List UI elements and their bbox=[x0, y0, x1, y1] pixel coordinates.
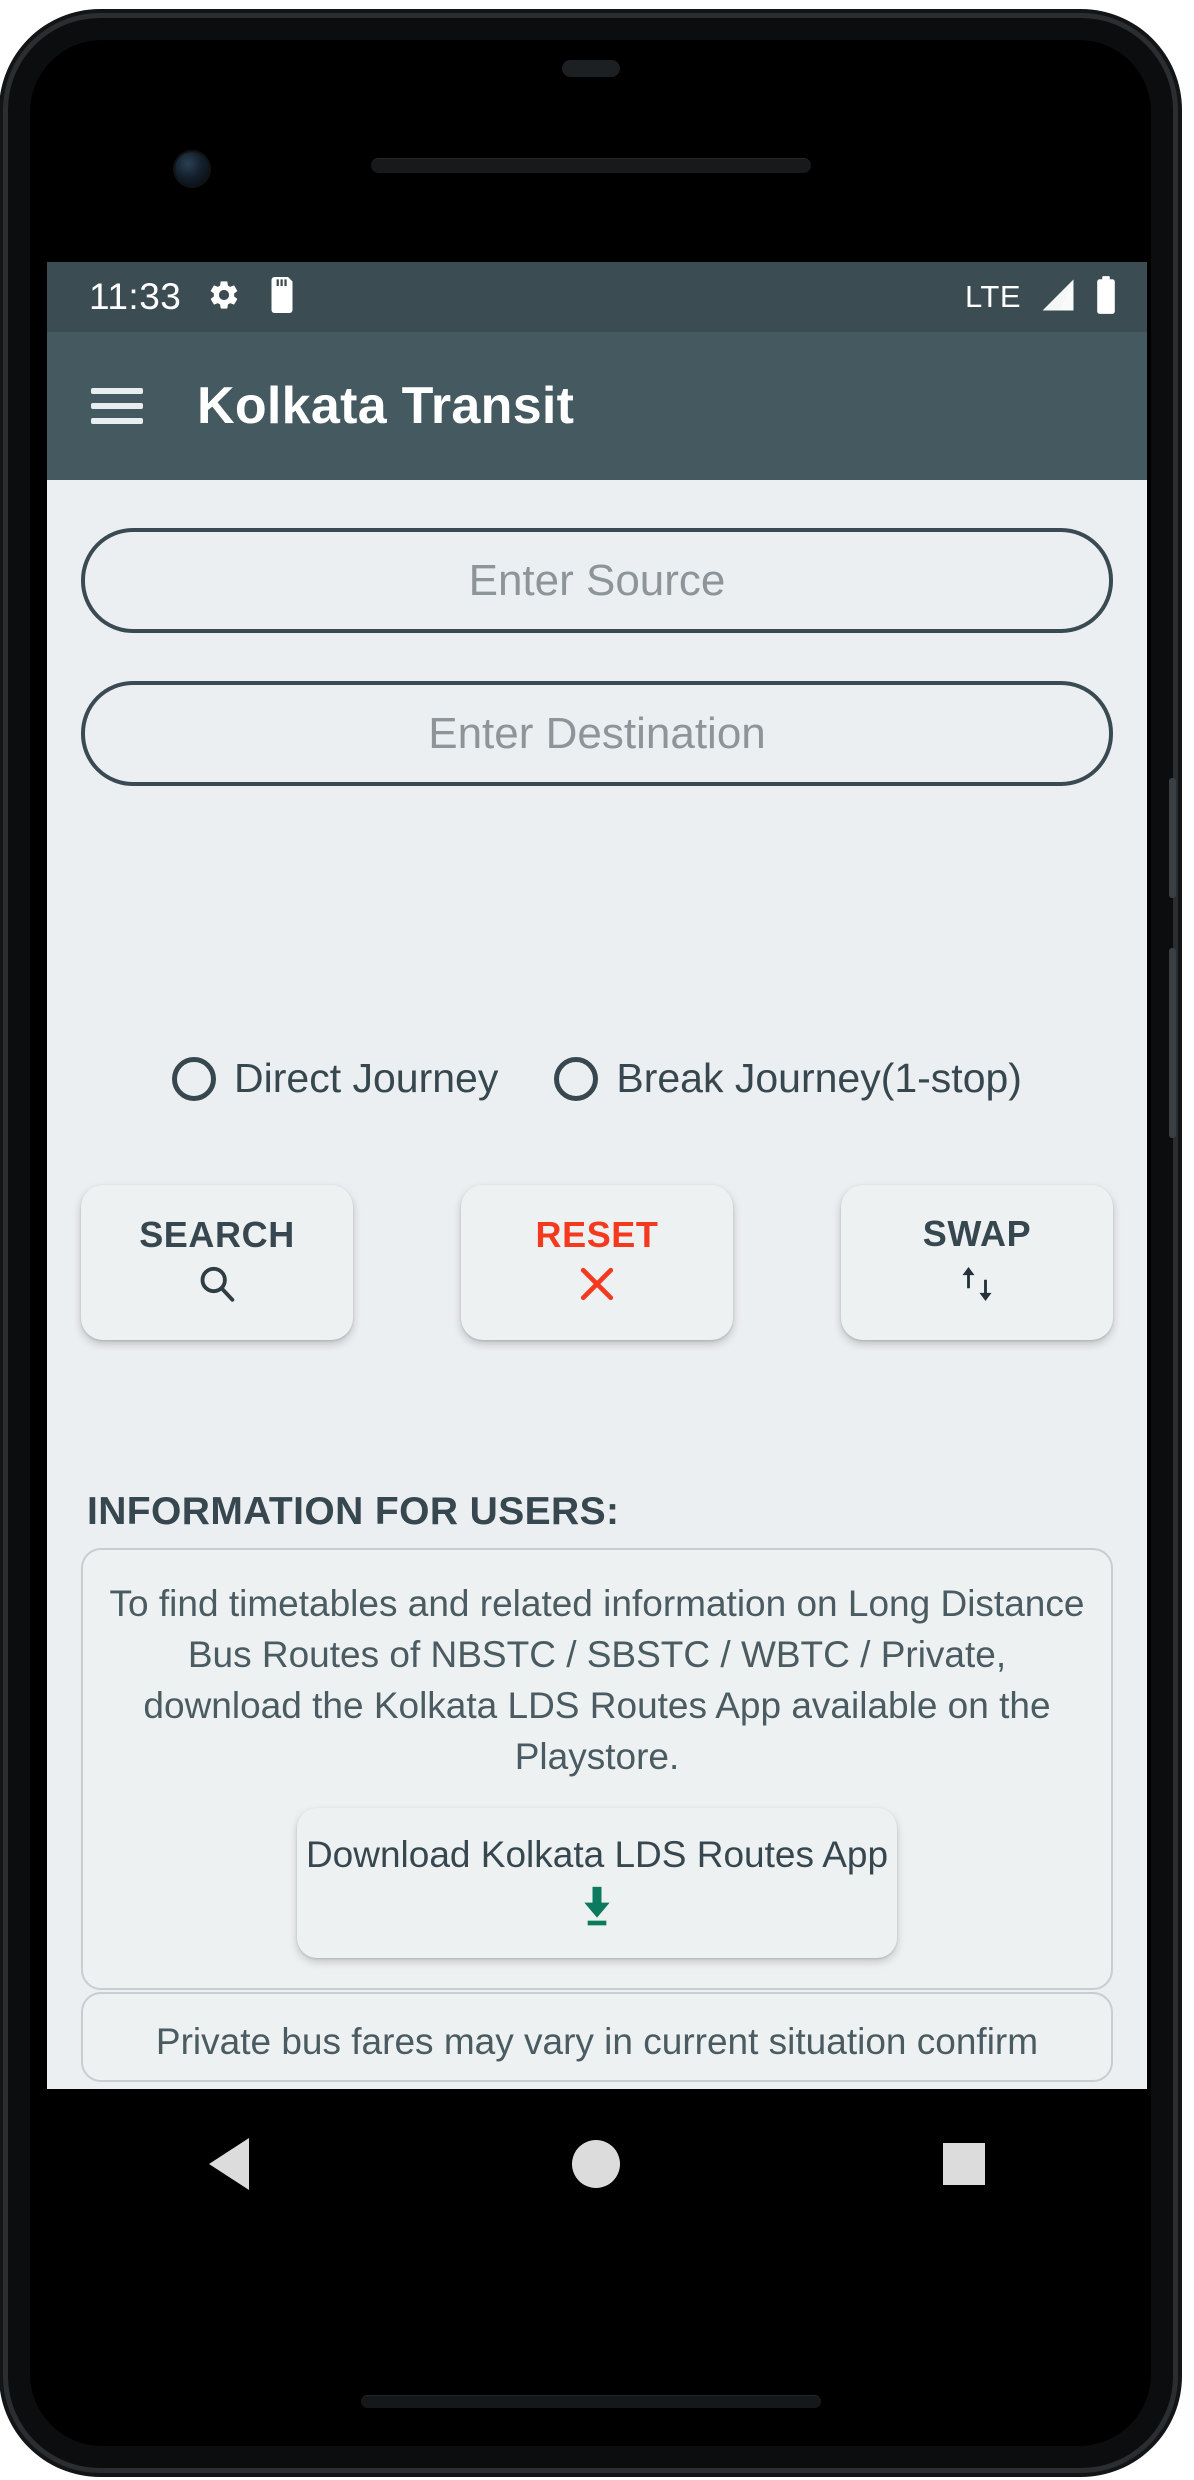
page-title: Kolkata Transit bbox=[197, 377, 575, 435]
radio-break-journey-label: Break Journey(1-stop) bbox=[616, 1055, 1022, 1101]
main-content: Enter Source Enter Destination Direct Jo… bbox=[47, 480, 1147, 2089]
radio-circle-icon bbox=[554, 1056, 599, 1101]
screenshot-root: 11:33 LTE Kolkata Transit Enter Source E… bbox=[0, 0, 1194, 2480]
hamburger-bar bbox=[91, 418, 143, 424]
app-bar: Kolkata Transit bbox=[47, 332, 1147, 480]
reset-button-label: RESET bbox=[535, 1214, 659, 1255]
download-button-label: Download Kolkata LDS Routes App bbox=[305, 1833, 889, 1875]
information-card-ldsapp: To find timetables and related informati… bbox=[81, 1548, 1113, 1991]
hamburger-bar bbox=[91, 388, 143, 394]
journey-type-group: Direct Journey Break Journey(1-stop) bbox=[47, 1055, 1147, 1102]
gear-icon bbox=[207, 278, 241, 317]
battery-icon bbox=[1095, 275, 1117, 319]
reset-button[interactable]: RESET bbox=[461, 1185, 733, 1340]
app-screen: 11:33 LTE Kolkata Transit Enter Source E… bbox=[47, 262, 1147, 2089]
status-bar: 11:33 LTE bbox=[47, 262, 1147, 332]
recents-square-icon[interactable] bbox=[943, 2143, 986, 2185]
destination-input-placeholder: Enter Destination bbox=[428, 708, 766, 758]
download-lds-routes-app-button[interactable]: Download Kolkata LDS Routes App bbox=[297, 1808, 897, 1959]
radio-break-journey[interactable]: Break Journey(1-stop) bbox=[554, 1055, 1022, 1102]
status-bar-right: LTE bbox=[964, 275, 1117, 319]
top-speaker-pill bbox=[561, 60, 620, 77]
radio-direct-journey[interactable]: Direct Journey bbox=[172, 1055, 498, 1102]
radio-direct-journey-label: Direct Journey bbox=[234, 1055, 499, 1101]
download-icon bbox=[577, 1884, 617, 1933]
information-heading: INFORMATION FOR USERS: bbox=[87, 1490, 620, 1533]
close-x-icon bbox=[575, 1262, 619, 1311]
back-triangle-icon[interactable] bbox=[208, 2138, 249, 2190]
volume-button[interactable] bbox=[1169, 778, 1176, 898]
hamburger-menu-icon[interactable] bbox=[91, 379, 143, 433]
search-button[interactable]: SEARCH bbox=[81, 1185, 353, 1340]
power-button[interactable] bbox=[1169, 948, 1176, 1138]
home-circle-icon[interactable] bbox=[571, 2140, 620, 2188]
status-bar-clock: 11:33 bbox=[89, 276, 182, 317]
source-input[interactable]: Enter Source bbox=[81, 528, 1113, 633]
information-card-fares-text: Private bus fares may vary in current si… bbox=[155, 2021, 1039, 2062]
network-type-label: LTE bbox=[964, 279, 1021, 314]
source-input-placeholder: Enter Source bbox=[468, 555, 726, 605]
swap-button[interactable]: SWAP bbox=[841, 1185, 1113, 1340]
hamburger-bar bbox=[91, 403, 143, 409]
signal-bars-icon bbox=[1039, 278, 1077, 317]
status-bar-left: 11:33 bbox=[89, 276, 297, 318]
search-button-label: SEARCH bbox=[139, 1214, 295, 1255]
information-card-text: To find timetables and related informati… bbox=[109, 1583, 1085, 1778]
swap-button-label: SWAP bbox=[922, 1213, 1032, 1254]
search-icon bbox=[195, 1262, 239, 1311]
front-camera-icon bbox=[175, 152, 209, 186]
earpiece-grille bbox=[370, 158, 811, 173]
sd-card-icon bbox=[267, 276, 297, 318]
radio-circle-icon bbox=[172, 1056, 217, 1101]
action-button-row: SEARCH RESET SWAP bbox=[81, 1185, 1113, 1340]
information-card-fares: Private bus fares may vary in current si… bbox=[81, 1992, 1113, 2082]
android-navigation-bar bbox=[47, 2089, 1147, 2239]
bottom-speaker-grille bbox=[360, 2395, 821, 2408]
swap-arrows-icon bbox=[954, 1261, 1000, 1312]
destination-input[interactable]: Enter Destination bbox=[81, 681, 1113, 786]
